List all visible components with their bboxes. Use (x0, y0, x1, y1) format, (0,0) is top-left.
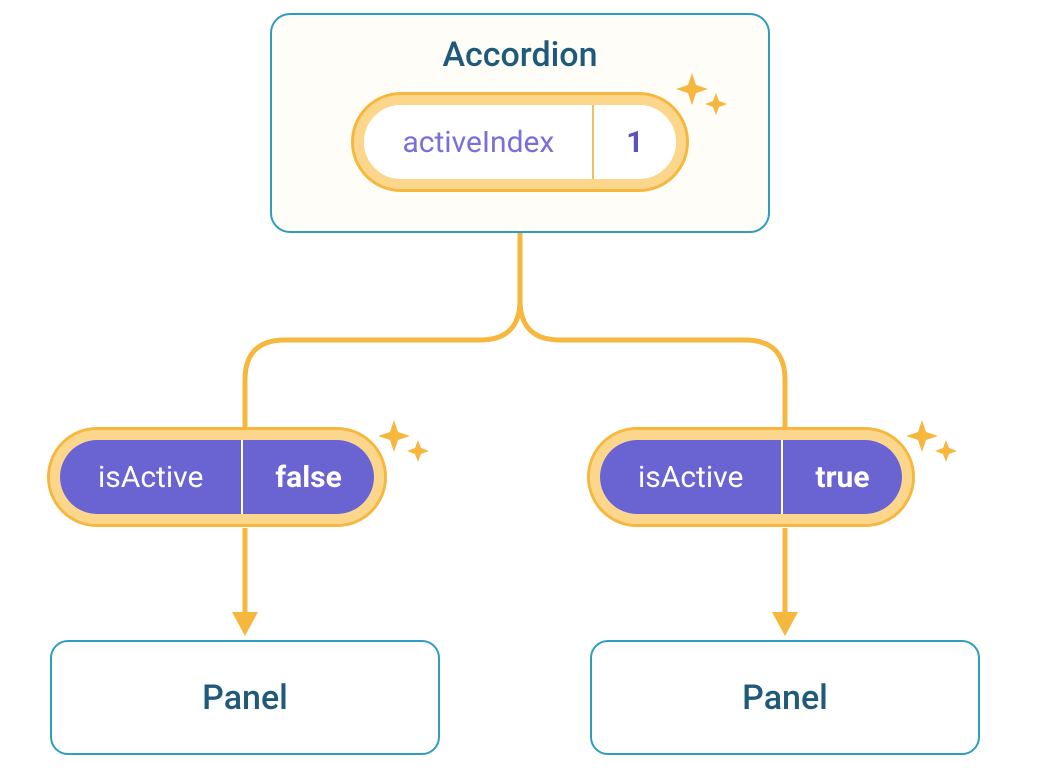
panel-box-left: Panel (50, 640, 440, 755)
accordion-title: Accordion (442, 35, 597, 75)
accordion-state-pill-wrap: activeIndex 1 (354, 95, 685, 189)
prop-pill-name: isActive (60, 440, 241, 514)
sparkle-icon (904, 412, 964, 472)
child-prop-pill-left-wrap: isActive false (50, 430, 384, 524)
panel-label: Panel (742, 678, 828, 718)
prop-pill-value: false (241, 440, 373, 514)
state-pill-name: activeIndex (364, 105, 592, 179)
child-prop-pill-right-wrap: isActive true (590, 430, 912, 524)
state-pill-value: 1 (592, 105, 675, 179)
panel-box-right: Panel (590, 640, 980, 755)
prop-pill-value: true (781, 440, 901, 514)
panel-label: Panel (202, 678, 288, 718)
accordion-component-box: Accordion activeIndex 1 (270, 13, 770, 233)
state-pill-activeindex: activeIndex 1 (354, 95, 685, 189)
sparkle-icon (376, 412, 436, 472)
prop-pill-isactive-true: isActive true (590, 430, 912, 524)
state-lifting-diagram: Accordion activeIndex 1 isActive false (0, 0, 1042, 770)
sparkle-icon (674, 65, 734, 125)
prop-pill-name: isActive (600, 440, 781, 514)
prop-pill-isactive-false: isActive false (50, 430, 384, 524)
